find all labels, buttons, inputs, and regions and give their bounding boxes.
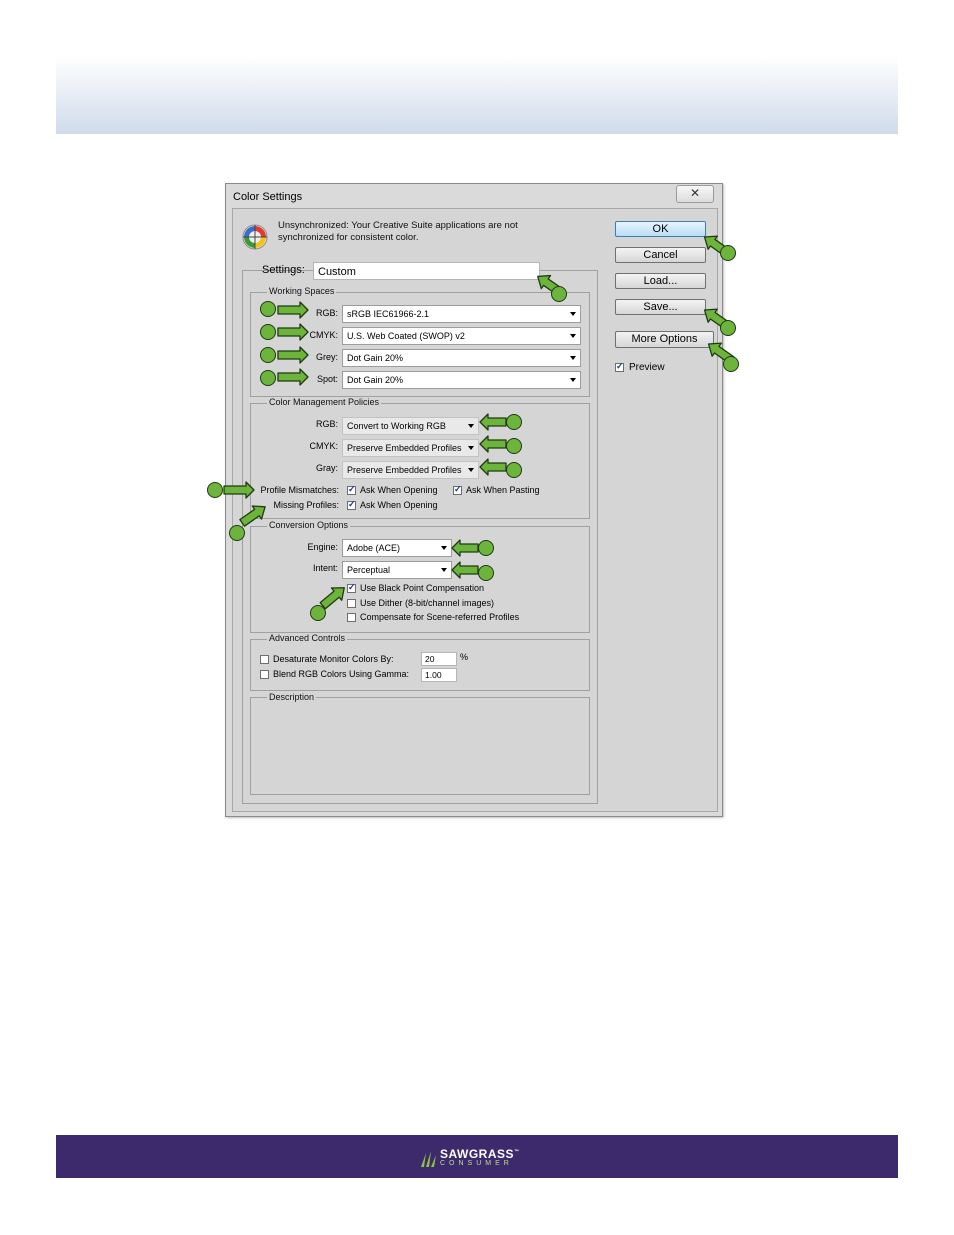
callout-marker [260,324,276,340]
callout-marker [207,482,223,498]
arrow-icon [223,481,255,499]
arrow-icon [277,301,309,319]
annotation-arrows [223,235,735,610]
arrow-icon [277,368,309,386]
callout-marker [478,540,494,556]
callout-marker [720,320,736,336]
callout-marker [260,301,276,317]
arrow-icon [277,323,309,341]
callout-marker [506,414,522,430]
brand-sub: CONSUMER [440,1160,513,1167]
callout-marker [506,462,522,478]
callout-marker [723,356,739,372]
trademark: ™ [514,1149,520,1155]
callout-marker [310,605,326,621]
sawgrass-logo: SAWGRASS™ CONSUMER [420,1147,520,1168]
callout-marker [720,245,736,261]
arrow-icon [451,561,479,579]
callout-marker [506,438,522,454]
callout-marker [260,347,276,363]
arrow-icon [239,505,266,527]
grass-logo-icon [421,1150,436,1167]
arrow-icon [479,458,507,476]
arrow-icon [479,435,507,453]
brand-name: SAWGRASS [440,1147,515,1161]
callout-marker [551,286,567,302]
callout-marker [229,525,245,541]
arrow-icon [451,539,479,557]
arrow-icon [479,413,507,431]
callout-marker [478,565,494,581]
callout-marker [260,370,276,386]
arrow-icon [277,346,309,364]
